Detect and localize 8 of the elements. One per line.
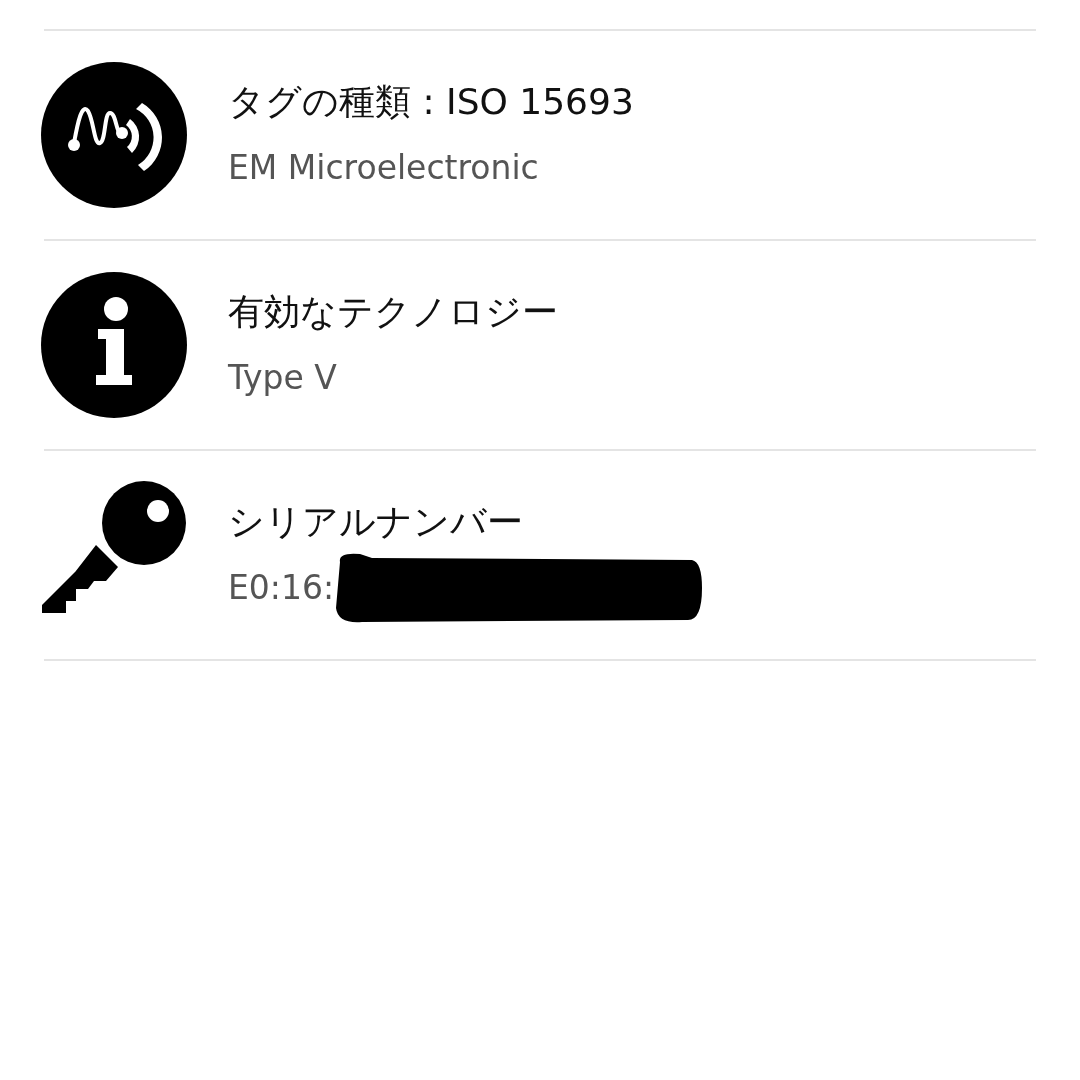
row-title: タグの種類 : ISO 15693 [228, 80, 634, 124]
row-value: E0:16: [228, 567, 335, 609]
row-title: シリアルナンバー [228, 500, 524, 544]
row-value: Type V [228, 357, 337, 399]
row-title: 有効なテクノロジー [228, 290, 558, 334]
nfc-tag-icon [40, 61, 188, 209]
info-icon [40, 271, 188, 419]
row-value: EM Microelectronic [228, 147, 539, 189]
